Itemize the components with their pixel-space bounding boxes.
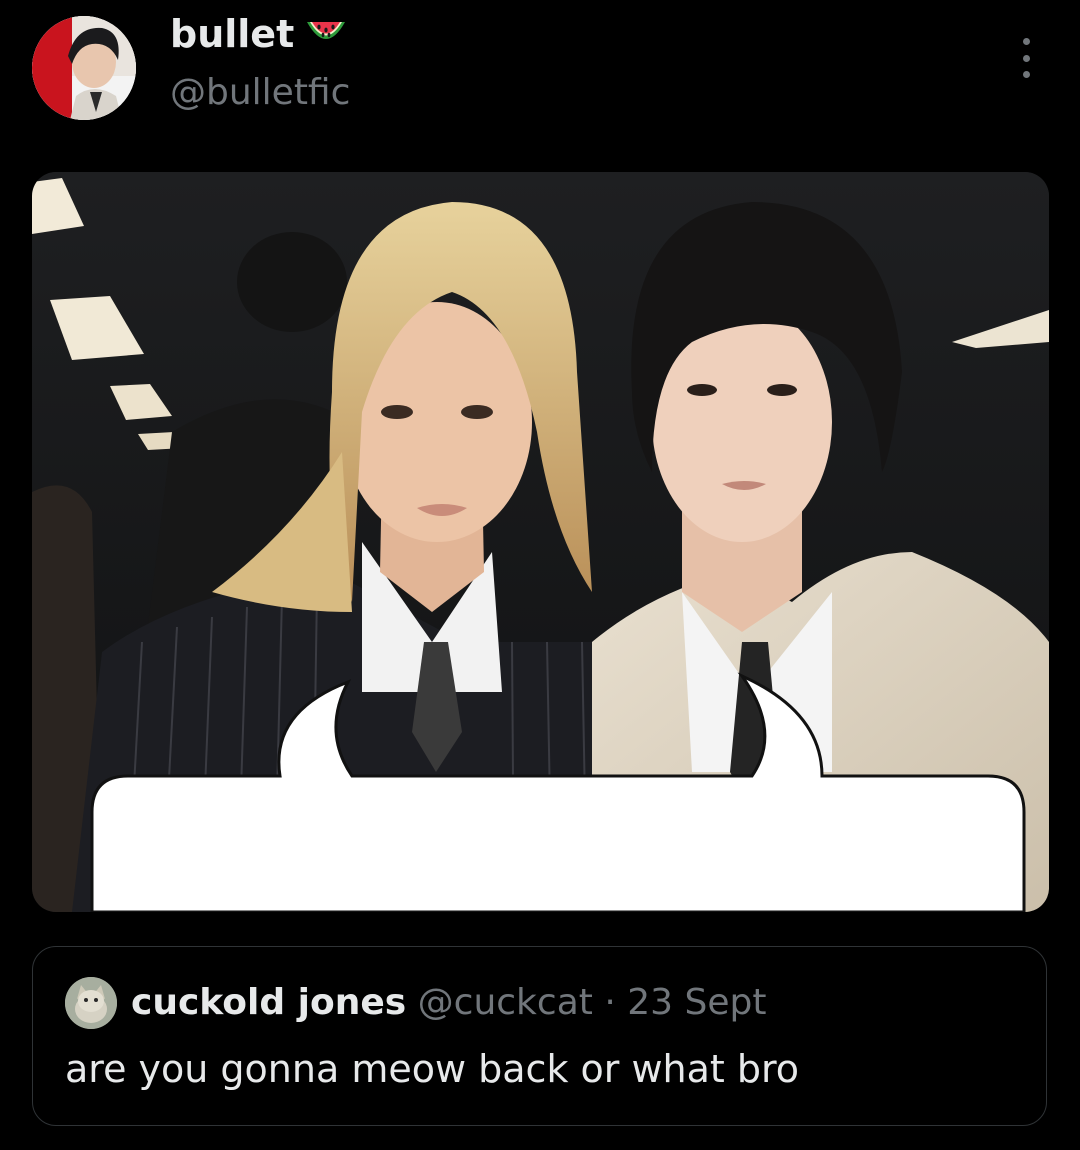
tweet-media-photo[interactable] (32, 172, 1049, 912)
author-handle[interactable]: @bulletfic (170, 72, 350, 113)
quoted-author-handle[interactable]: @cuckcat (418, 982, 593, 1023)
quoted-tweet-header: cuckold jones @cuckcat · 23 Sept (131, 977, 766, 1029)
quoted-tweet-date[interactable]: 23 Sept (627, 982, 766, 1023)
photo-illustration (32, 172, 1049, 912)
quoted-author-avatar[interactable] (65, 977, 117, 1029)
header-separator: · (604, 982, 616, 1023)
quoted-author-name[interactable]: cuckold jones (131, 982, 406, 1023)
quoted-tweet-card[interactable]: cuckold jones @cuckcat · 23 Sept are you… (32, 946, 1047, 1126)
dot (1022, 54, 1030, 62)
watermelon-icon (304, 16, 348, 52)
author-avatar[interactable] (32, 16, 136, 120)
dot (1022, 71, 1030, 78)
quoted-tweet-text: are you gonna meow back or what bro (65, 1047, 800, 1091)
more-options-icon[interactable] (1012, 38, 1040, 78)
dot (1022, 38, 1030, 45)
author-display-name[interactable]: bullet (170, 12, 348, 56)
avatar-image (32, 16, 136, 120)
author-name-text: bullet (170, 12, 295, 56)
